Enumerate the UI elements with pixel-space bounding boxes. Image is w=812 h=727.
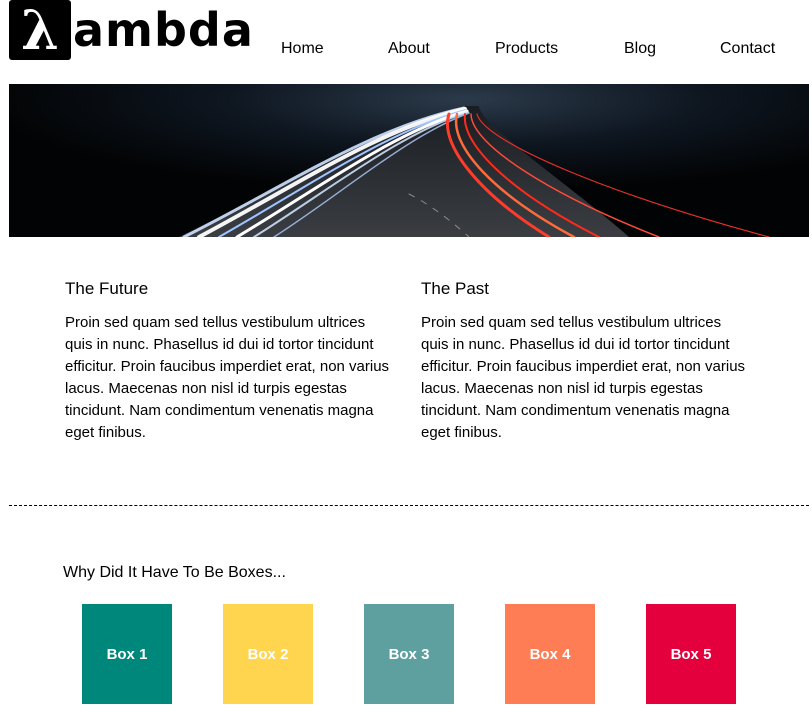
nav-home[interactable]: Home	[281, 40, 324, 58]
logo-text: ambda	[73, 3, 254, 57]
box-5: Box 5	[646, 604, 736, 704]
section-title: The Past	[421, 279, 490, 298]
box-2: Box 2	[223, 604, 313, 704]
box-4: Box 4	[505, 604, 595, 704]
highway-light-trails-image	[9, 84, 809, 237]
dashed-divider	[9, 505, 809, 506]
section-past: The Past Proin sed quam sed tellus vesti…	[421, 278, 751, 444]
nav-blog[interactable]: Blog	[624, 40, 656, 58]
boxes-title: Why Did It Have To Be Boxes...	[63, 564, 286, 581]
logo[interactable]: λ ambda	[9, 0, 254, 60]
lambda-logo-icon: λ	[9, 0, 71, 60]
hero-image	[9, 84, 809, 237]
section-future: The Future Proin sed quam sed tellus ves…	[65, 278, 395, 444]
main-nav: Home About Products Blog Contact	[250, 40, 810, 64]
nav-about[interactable]: About	[388, 40, 430, 58]
section-body: Proin sed quam sed tellus vestibulum ult…	[421, 314, 746, 441]
nav-contact[interactable]: Contact	[720, 40, 775, 58]
section-body: Proin sed quam sed tellus vestibulum ult…	[65, 314, 390, 441]
nav-products[interactable]: Products	[495, 40, 558, 58]
box-3: Box 3	[364, 604, 454, 704]
box-1: Box 1	[82, 604, 172, 704]
section-title: The Future	[65, 279, 149, 298]
